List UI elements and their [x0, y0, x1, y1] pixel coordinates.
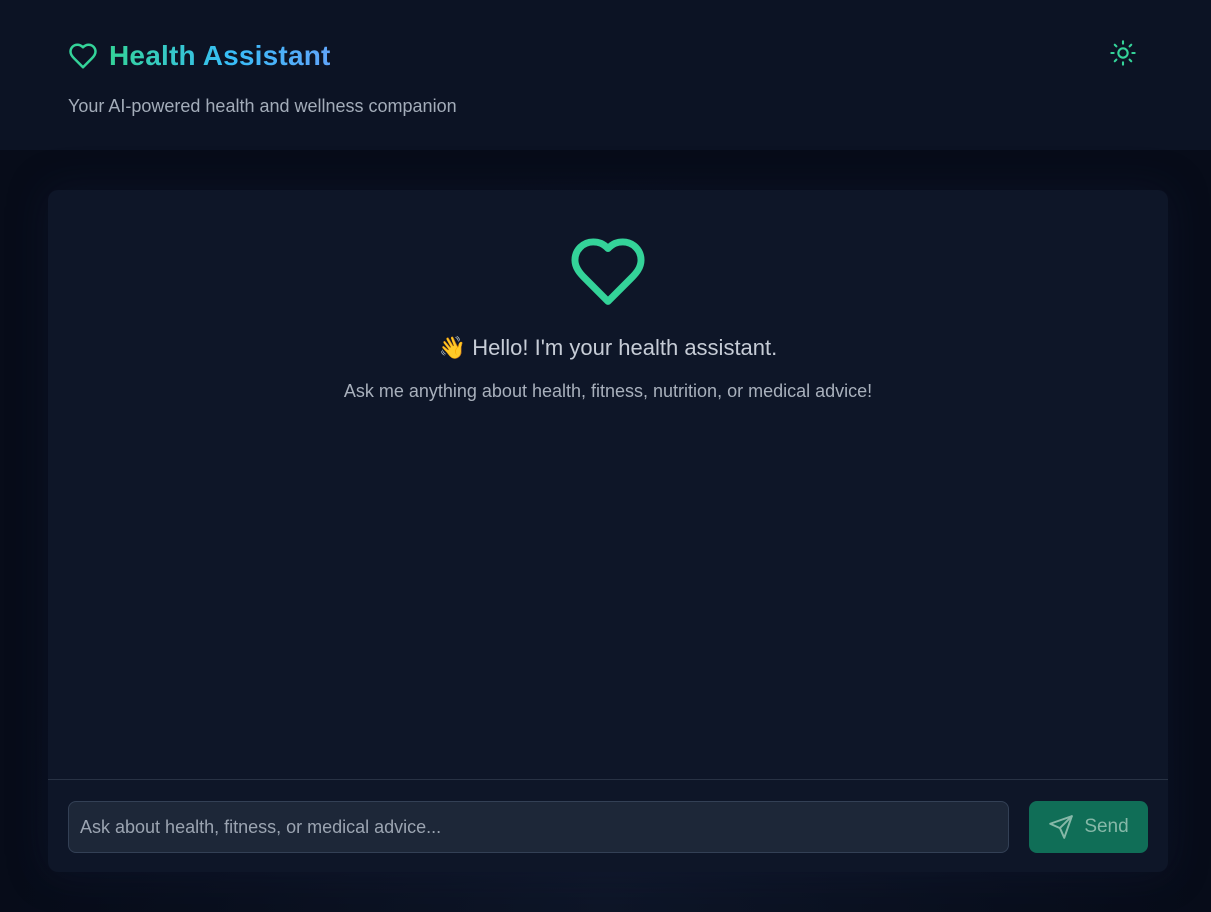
send-button[interactable]: Send: [1029, 801, 1148, 853]
heart-icon: [568, 232, 648, 308]
message-composer: Send: [48, 779, 1168, 872]
welcome-subtitle: Ask me anything about health, fitness, n…: [343, 381, 873, 401]
theme-toggle-button[interactable]: [1106, 38, 1140, 72]
chat-card: 👋 Hello! I'm your health assistant. Ask …: [48, 190, 1168, 872]
heart-icon: [68, 41, 98, 71]
welcome-title: 👋 Hello! I'm your health assistant.: [48, 332, 1168, 364]
brand: Health Assistant: [68, 38, 331, 74]
sun-icon: [1109, 39, 1137, 72]
message-input[interactable]: [68, 801, 1009, 853]
wave-emoji: 👋: [438, 335, 467, 360]
app-header: Health Assistant Your AI-powered health …: [0, 0, 1211, 150]
chat-messages: 👋 Hello! I'm your health assistant. Ask …: [48, 190, 1168, 779]
app-title: Health Assistant: [109, 38, 331, 74]
welcome-title-text: Hello! I'm your health assistant.: [472, 335, 778, 360]
app-subtitle: Your AI-powered health and wellness comp…: [68, 96, 457, 116]
send-label: Send: [1084, 816, 1129, 837]
send-icon: [1048, 814, 1074, 840]
